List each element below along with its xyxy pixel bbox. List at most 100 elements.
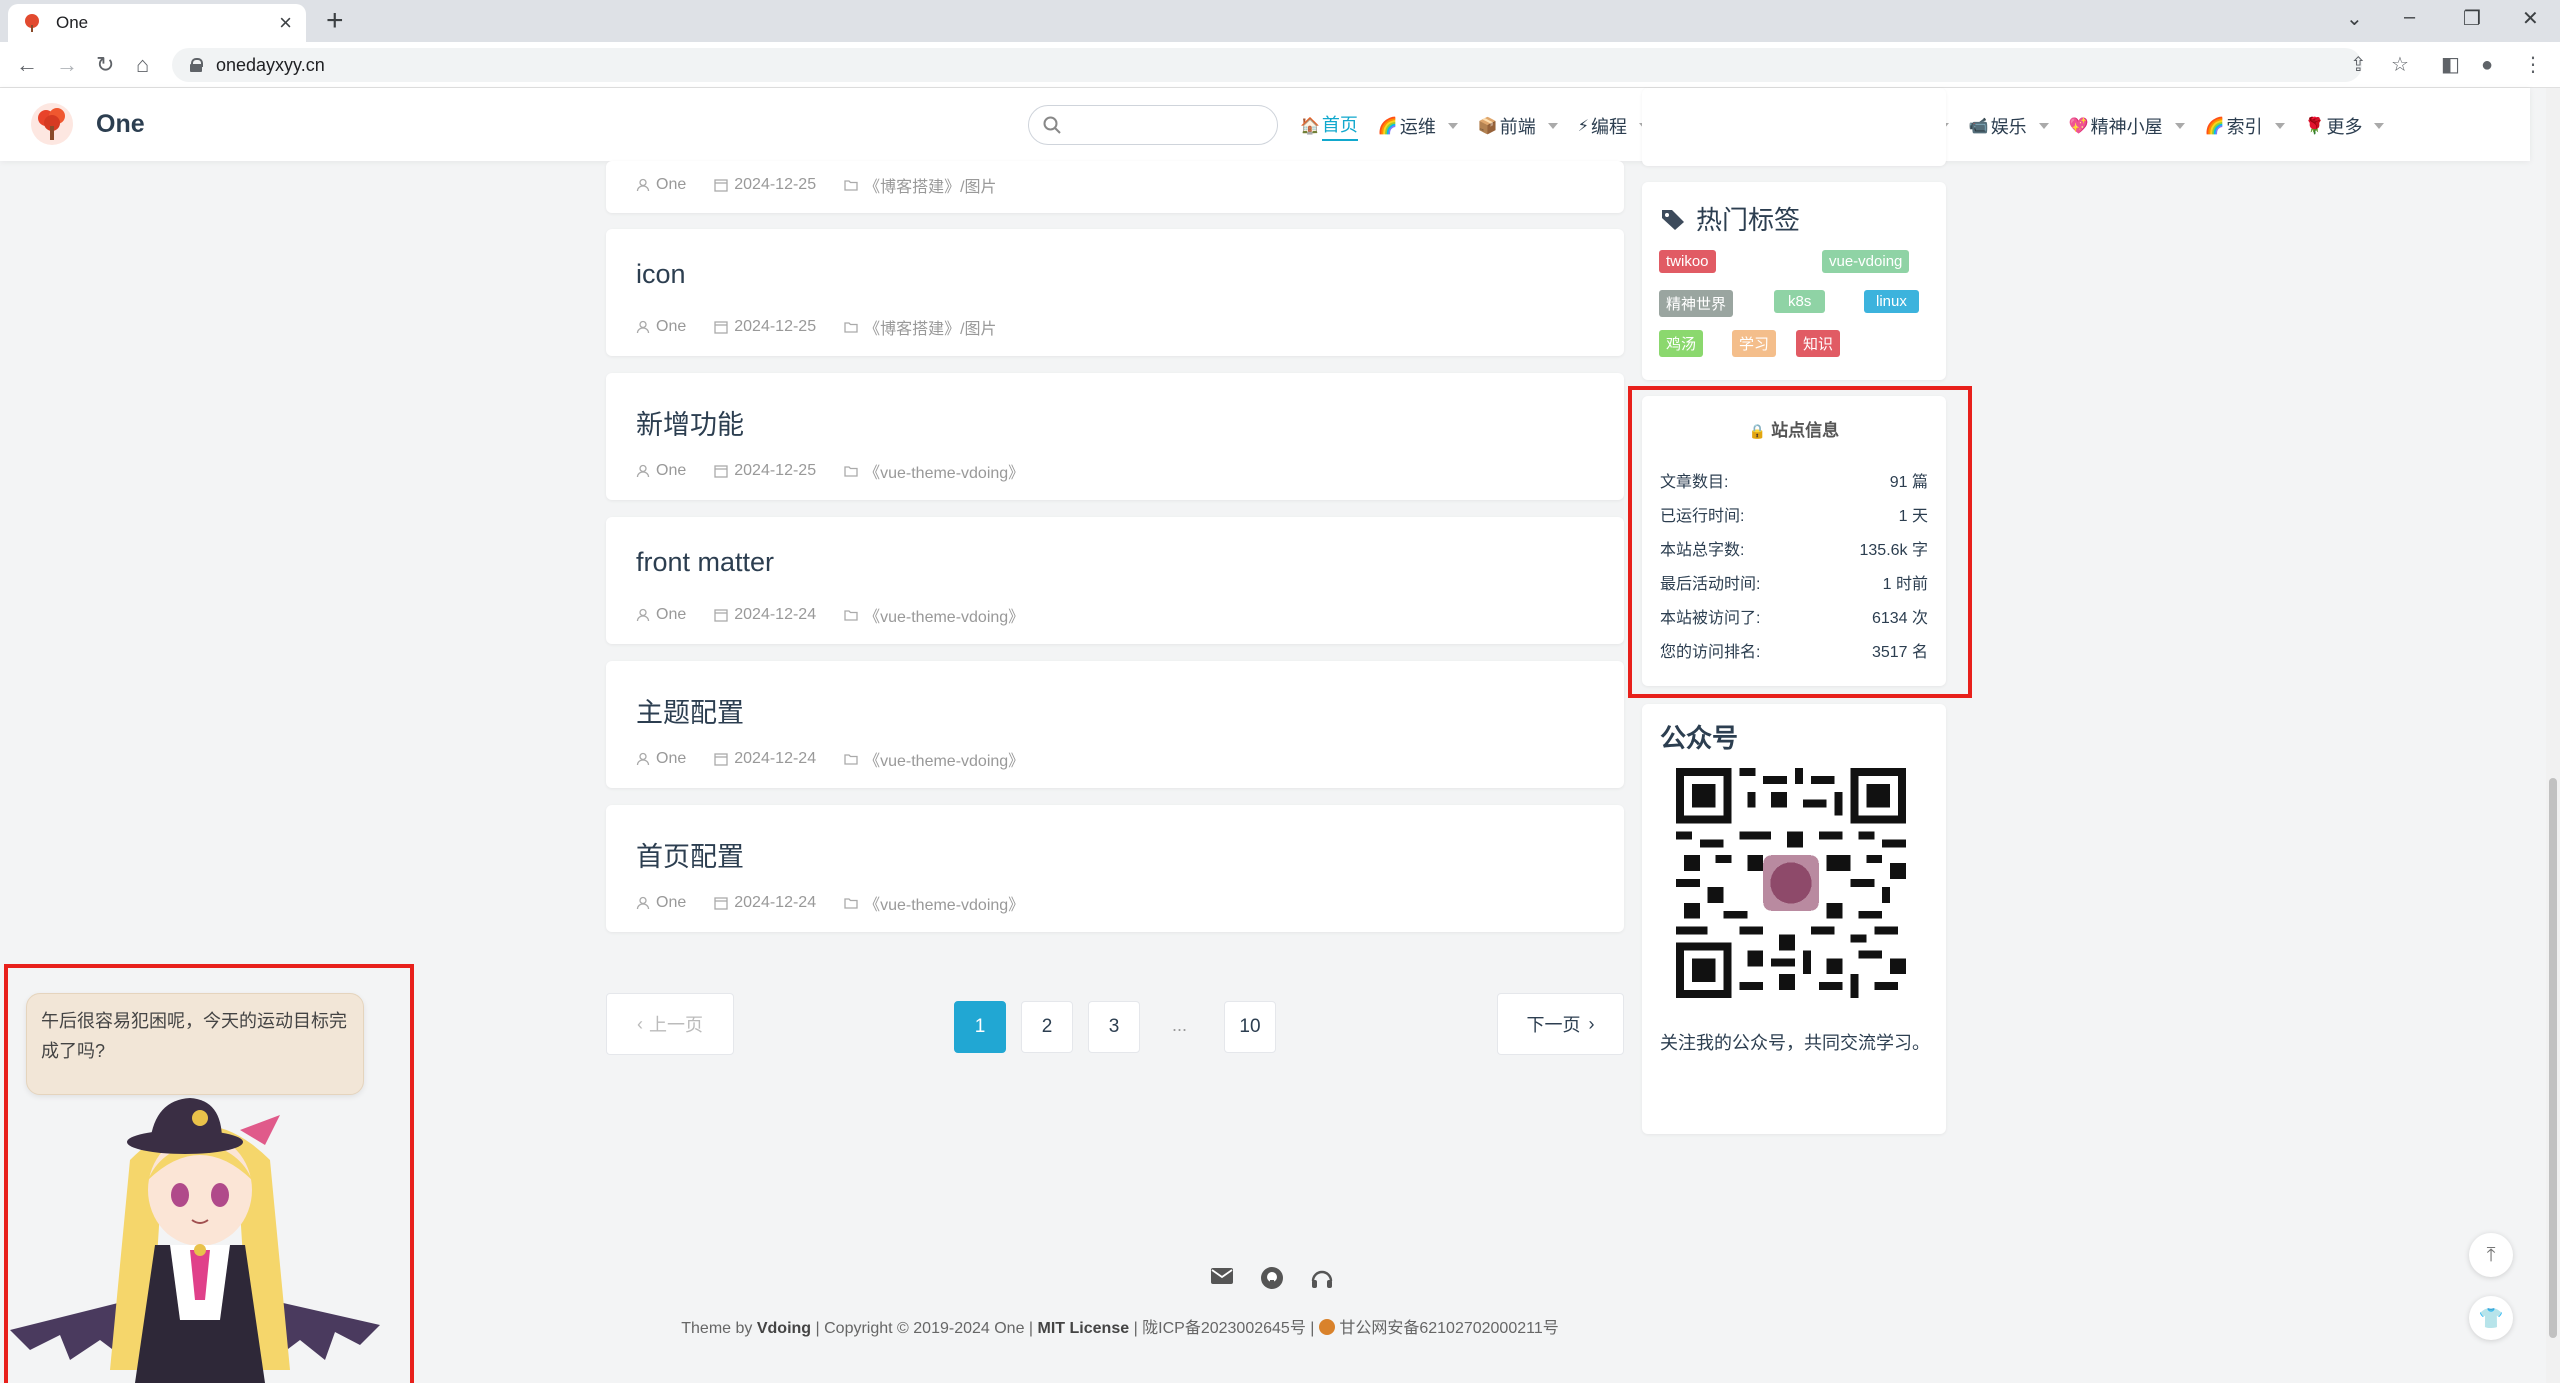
scrollbar-thumb[interactable] [2549, 778, 2557, 1338]
back-icon[interactable]: ← [16, 51, 38, 79]
forward-icon[interactable]: → [56, 51, 78, 79]
package-icon: 📦 [1477, 118, 1498, 135]
highlight-box-site-info [1628, 386, 1972, 698]
tag-spirit-world[interactable]: 精神世界 [1659, 290, 1734, 317]
tag-vue-vdoing[interactable]: vue-vdoing [1822, 250, 1910, 273]
post-title[interactable]: icon [636, 259, 686, 290]
post-meta: One 2024-12-25 《vue-theme-vdoing》 [636, 459, 1024, 483]
page-10-button[interactable]: 10 [1224, 1001, 1276, 1053]
post-meta: One 2024-12-24 《vue-theme-vdoing》 [636, 747, 1024, 771]
search-input[interactable] [1028, 105, 1278, 145]
page-2-button[interactable]: 2 [1021, 1001, 1073, 1053]
heart-icon: 💖 [2068, 118, 2089, 135]
chevron-left-icon: ‹ [637, 1013, 643, 1034]
folder-icon [844, 466, 858, 477]
user-icon [636, 464, 650, 478]
post-meta: One 2024-12-24 《vue-theme-vdoing》 [636, 603, 1024, 627]
page-1-button[interactable]: 1 [954, 1001, 1006, 1053]
tag-chicken-soup[interactable]: 鸡汤 [1659, 330, 1704, 357]
highlight-box-mascot [4, 964, 414, 1383]
nav-item-spirit-house[interactable]: 💖 精神小屋 [2069, 111, 2185, 141]
back-to-top-icon[interactable]: ⤒ [2469, 1233, 2513, 1277]
post-card[interactable]: 新增功能 One 2024-12-25 《vue-theme-vdoing》 [606, 373, 1624, 500]
tab-title: One [56, 13, 89, 32]
user-icon [636, 752, 650, 766]
user-icon [636, 608, 650, 622]
tag-twikoo[interactable]: twikoo [1659, 250, 1716, 273]
new-tab-icon[interactable]: + [326, 4, 344, 38]
share-icon[interactable]: ⇪ [2350, 51, 2367, 79]
post-card[interactable]: icon One 2024-12-25 《博客搭建》/图片 [606, 229, 1624, 356]
site-logo-icon[interactable] [30, 102, 74, 146]
tag-linux[interactable]: linux [1864, 290, 1919, 313]
site-name[interactable]: One [96, 110, 145, 139]
tab-close-icon[interactable]: × [279, 12, 292, 34]
nav-item-frontend[interactable]: 📦 前端 [1478, 111, 1558, 141]
calendar-icon [714, 465, 728, 478]
prev-page-button[interactable]: ‹ 上一页 [606, 993, 734, 1055]
tab-search-icon[interactable]: ⌄ [2346, 6, 2363, 31]
next-page-button[interactable]: 下一页 › [1497, 993, 1624, 1055]
folder-icon [844, 180, 858, 191]
post-title[interactable]: 新增功能 [636, 403, 744, 442]
chevron-down-icon [2374, 123, 2385, 129]
sidebar-card-partial [1642, 88, 1946, 166]
bookmark-star-icon[interactable]: ☆ [2391, 51, 2409, 79]
page-3-button[interactable]: 3 [1088, 1001, 1140, 1053]
minimize-icon[interactable]: – [2404, 6, 2415, 29]
reload-icon[interactable]: ↻ [96, 51, 114, 79]
post-card[interactable]: 首页配置 One 2024-12-24 《vue-theme-vdoing》 [606, 805, 1624, 932]
rainbow-icon: 🌈 [1377, 118, 1398, 135]
browser-tab-strip: One × + ⌄ – ❐ ✕ [0, 0, 2560, 42]
tag-knowledge[interactable]: 知识 [1796, 330, 1841, 357]
nav-item-home[interactable]: 🏠 首页 [1300, 111, 1358, 141]
close-window-icon[interactable]: ✕ [2522, 6, 2539, 31]
police-record-link[interactable]: 甘公网安备62102702000211号 [1339, 1320, 1558, 1337]
tags-icon [1662, 209, 1684, 230]
mit-license-link[interactable]: MIT License [1038, 1320, 1130, 1337]
wechat-title: 公众号 [1660, 723, 1739, 753]
restore-icon[interactable]: ❐ [2463, 6, 2481, 31]
headphones-icon[interactable] [1310, 1266, 1334, 1290]
nav-item-entertainment[interactable]: 📹 娱乐 [1969, 111, 2049, 141]
home-icon[interactable]: ⌂ [136, 51, 149, 79]
rainbow-icon: 🌈 [2204, 118, 2225, 135]
browser-toolbar: ← → ↻ ⌂ onedayxyy.cn ⇪ ☆ ◧ ● ⋮ [0, 42, 2560, 88]
post-title[interactable]: 主题配置 [636, 691, 744, 730]
nav-item-programming[interactable]: ⚡ 编程 [1578, 111, 1649, 141]
post-meta: One 2024-12-24 《vue-theme-vdoing》 [636, 891, 1024, 915]
user-icon [636, 896, 650, 910]
email-icon[interactable] [1210, 1266, 1234, 1286]
address-bar[interactable]: onedayxyy.cn [172, 48, 2362, 82]
nav-item-more[interactable]: 🌹 更多 [2305, 111, 2385, 141]
menu-kebab-icon[interactable]: ⋮ [2523, 51, 2543, 79]
lightning-icon: ⚡ [1577, 118, 1589, 135]
lock-icon [190, 58, 203, 72]
post-card[interactable]: One 2024-12-25 《博客搭建》/图片 [606, 161, 1624, 213]
post-title[interactable]: 首页配置 [636, 835, 744, 874]
nav-item-index[interactable]: 🌈 索引 [2205, 111, 2285, 141]
post-card[interactable]: 主题配置 One 2024-12-24 《vue-theme-vdoing》 [606, 661, 1624, 788]
vdoing-link[interactable]: Vdoing [757, 1320, 811, 1337]
post-card[interactable]: front matter One 2024-12-24 《vue-theme-v… [606, 517, 1624, 644]
page-scrollbar[interactable] [2546, 88, 2560, 1383]
post-meta: One 2024-12-25 《博客搭建》/图片 [636, 173, 997, 197]
police-badge-icon [1318, 1319, 1335, 1335]
folder-icon [844, 754, 858, 765]
github-icon[interactable] [1260, 1266, 1284, 1290]
site-navbar: One 🏠首页 🌈运维 📦前端 ⚡编程 💎专题 🐊其它 🌟生活 📹娱乐 💖精神小… [0, 88, 2530, 161]
video-camera-icon: 📹 [1968, 118, 1989, 135]
browser-tab[interactable]: One × [8, 4, 306, 42]
tag-k8s[interactable]: k8s [1774, 290, 1826, 313]
nav-item-ops[interactable]: 🌈 运维 [1378, 111, 1458, 141]
icp-link[interactable]: | 陇ICP备2023002645号 | [1134, 1320, 1315, 1337]
side-panel-icon[interactable]: ◧ [2441, 51, 2460, 79]
post-title[interactable]: front matter [636, 547, 774, 578]
wechat-qr-code [1676, 768, 1906, 998]
calendar-icon [714, 753, 728, 766]
profile-avatar-icon[interactable]: ● [2481, 51, 2493, 79]
tag-study[interactable]: 学习 [1732, 330, 1777, 357]
theme-shirt-icon[interactable]: 👕 [2469, 1296, 2513, 1340]
folder-icon [844, 610, 858, 621]
pagination-ellipsis: ... [1172, 1015, 1188, 1035]
